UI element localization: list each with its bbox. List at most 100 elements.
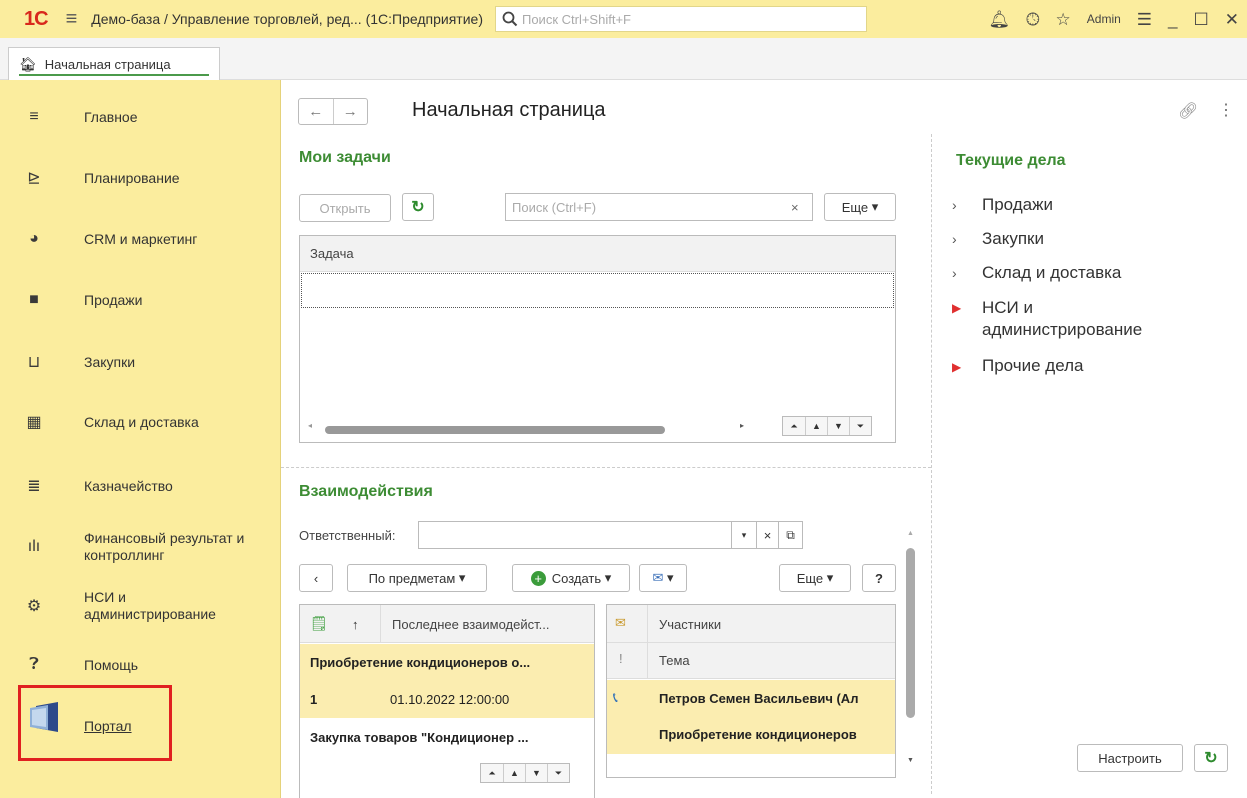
tasks-column-header: Задача — [310, 246, 354, 261]
forward-button[interactable]: → — [332, 99, 368, 124]
sidebar-item-purchases[interactable]: ⊔ Закупки — [0, 337, 281, 387]
history-icon[interactable]: 🕓︎ — [1026, 11, 1039, 28]
open-button[interactable]: Открыть — [299, 194, 391, 222]
prev-row-icon[interactable]: ▲ — [805, 417, 827, 435]
sidebar-item-sales[interactable]: ■ Продажи — [0, 275, 281, 325]
global-search[interactable] — [494, 6, 867, 32]
sidebar-item-main[interactable]: ≡ Главное — [0, 92, 281, 142]
settings-menu-icon[interactable]: ☰ — [1137, 11, 1152, 28]
responsible-dropdown-icon[interactable]: ▾ — [732, 521, 757, 549]
back-button[interactable]: ← — [299, 99, 333, 124]
sidebar-item-planning[interactable]: ⊵ Планирование — [0, 153, 281, 203]
participants-header: Участники — [659, 617, 722, 632]
maximize-icon[interactable]: ☐ — [1194, 11, 1209, 28]
prev-row-icon[interactable]: ▲ — [503, 764, 525, 782]
sidebar-item-label: Планирование — [84, 169, 180, 186]
tasks-section-title: Мои задачи — [299, 149, 391, 166]
current-item-purchases[interactable]: › Закупки — [952, 228, 1044, 250]
mail-actions-button[interactable]: ✉ ▾ — [639, 564, 687, 592]
window-title: Демо-база / Управление торговлей, ред...… — [91, 11, 483, 27]
home-icon: 🏠︎ — [19, 55, 37, 72]
sidebar-item-finance[interactable]: ılı Финансовый результат и контроллинг — [0, 522, 281, 572]
current-item-other[interactable]: ▶ Прочие дела — [952, 355, 1083, 378]
interaction-date: 01.10.2022 12:00:00 — [390, 692, 510, 707]
refresh-current-button[interactable]: ↻ — [1194, 744, 1228, 772]
create-label: Создать — [551, 570, 602, 586]
sidebar-item-portal[interactable]: Портал — [84, 718, 132, 734]
first-row-icon[interactable]: ⏶ — [783, 417, 805, 435]
current-item-label: Склад и доставка — [982, 263, 1122, 282]
cart-icon: ⊔ — [27, 354, 41, 371]
interactions-more-button[interactable]: Еще ▾ — [779, 564, 851, 592]
subject-title: Закупка товаров "Кондиционер ... — [310, 730, 529, 745]
tasks-search-input[interactable] — [505, 193, 813, 221]
interactions-table: ✉ ! Участники Тема 📞︎ Петров Семен Васил… — [606, 604, 896, 778]
help-icon: ❓︎ — [29, 656, 39, 673]
column-separator — [380, 605, 381, 643]
sidebar-item-help[interactable]: ❓︎ Помощь — [0, 640, 281, 690]
app-logo: 1С — [24, 7, 49, 30]
portal-icon[interactable] — [28, 698, 66, 736]
next-row-icon[interactable]: ▼ — [525, 764, 547, 782]
current-item-label: Закупки — [982, 229, 1044, 248]
subjects-table: 🗒︎ ↑ Последнее взаимодейст... Приобретен… — [299, 604, 595, 798]
phone-call-icon: 📞︎ — [613, 689, 618, 705]
last-row-icon[interactable]: ⏷ — [547, 764, 569, 782]
configure-button[interactable]: Настроить — [1077, 744, 1183, 772]
tasks-more-button[interactable]: Еще ▾ — [824, 193, 896, 221]
sidebar-item-treasury[interactable]: ≣ Казначейство — [0, 461, 281, 511]
current-item-admin[interactable]: ▶ НСИ и администрирование — [952, 297, 1182, 341]
scroll-left-icon[interactable]: ◂ — [308, 421, 312, 430]
header-separator — [607, 642, 895, 643]
horizontal-scrollbar[interactable] — [325, 426, 665, 434]
interactions-section-title: Взаимодействия — [299, 483, 433, 500]
scroll-right-icon[interactable]: ▸ — [740, 421, 744, 430]
user-name[interactable]: Admin — [1087, 12, 1121, 26]
main-menu-icon[interactable]: ≡ — [66, 8, 78, 31]
link-icon[interactable]: 🔗︎ — [1178, 101, 1198, 121]
current-item-warehouse[interactable]: › Склад и доставка — [952, 262, 1121, 284]
sidebar-item-admin[interactable]: ⚙ НСИ и администрирование — [0, 581, 281, 631]
sidebar-item-label: Помощь — [84, 656, 139, 673]
sidebar-item-label: НСИ и администрирование — [84, 589, 216, 622]
current-item-sales[interactable]: › Продажи — [952, 194, 1053, 216]
sidebar-item-crm[interactable]: ◕ CRM и маркетинг — [0, 214, 281, 264]
page-title: Начальная страница — [412, 99, 606, 121]
sidebar-item-warehouse[interactable]: ▦ Склад и доставка — [0, 397, 281, 447]
plus-circle-icon: + — [530, 570, 546, 586]
help-button[interactable]: ? — [862, 564, 896, 592]
sort-asc-icon[interactable]: ↑ — [352, 617, 359, 632]
shopping-bag-icon: ■ — [29, 291, 39, 308]
refresh-button[interactable]: ↻ — [402, 193, 434, 221]
last-row-icon[interactable]: ⏷ — [849, 417, 871, 435]
responsible-open-icon[interactable]: ⧉ — [779, 521, 803, 549]
responsible-input[interactable] — [418, 521, 732, 549]
planning-icon: ⊵ — [27, 170, 41, 187]
by-subjects-button[interactable]: По предметам ▾ — [347, 564, 487, 592]
subjects-row-navigation: ⏶ ▲ ▼ ⏷ — [480, 763, 570, 783]
global-search-input[interactable] — [521, 11, 842, 27]
first-row-icon[interactable]: ⏶ — [481, 764, 503, 782]
responsible-clear-icon[interactable]: × — [757, 521, 779, 549]
sidebar-item-label: Склад и доставка — [84, 413, 199, 430]
responsible-label: Ответственный: — [299, 528, 396, 543]
chevron-right-icon: › — [952, 231, 957, 247]
clear-search-icon[interactable]: × — [791, 200, 799, 215]
create-button[interactable]: + Создать ▾ — [512, 564, 630, 592]
envelope-icon: ✉ — [615, 615, 626, 630]
minimize-icon[interactable]: _ — [1168, 11, 1177, 28]
collapse-button[interactable]: ‹ — [299, 564, 333, 592]
scroll-down-icon[interactable]: ▼ — [907, 757, 914, 764]
tasks-selected-row[interactable] — [301, 273, 894, 308]
title-bar-controls: 🔔︎ 🕓︎ ☆ Admin ☰ _ ☐ ✕ — [988, 0, 1239, 38]
more-vertical-icon[interactable]: ⋮ — [1218, 100, 1234, 120]
chevron-right-icon: › — [952, 265, 957, 281]
tab-home[interactable]: 🏠︎ Начальная страница — [8, 47, 220, 80]
close-icon[interactable]: ✕ — [1225, 11, 1239, 28]
sidebar-item-label: Казначейство — [84, 477, 173, 494]
vertical-scrollbar[interactable] — [906, 548, 915, 718]
scroll-up-icon[interactable]: ▲ — [907, 530, 914, 537]
next-row-icon[interactable]: ▼ — [827, 417, 849, 435]
bell-icon[interactable]: 🔔︎ — [988, 11, 1010, 28]
star-icon[interactable]: ☆ — [1056, 11, 1071, 28]
